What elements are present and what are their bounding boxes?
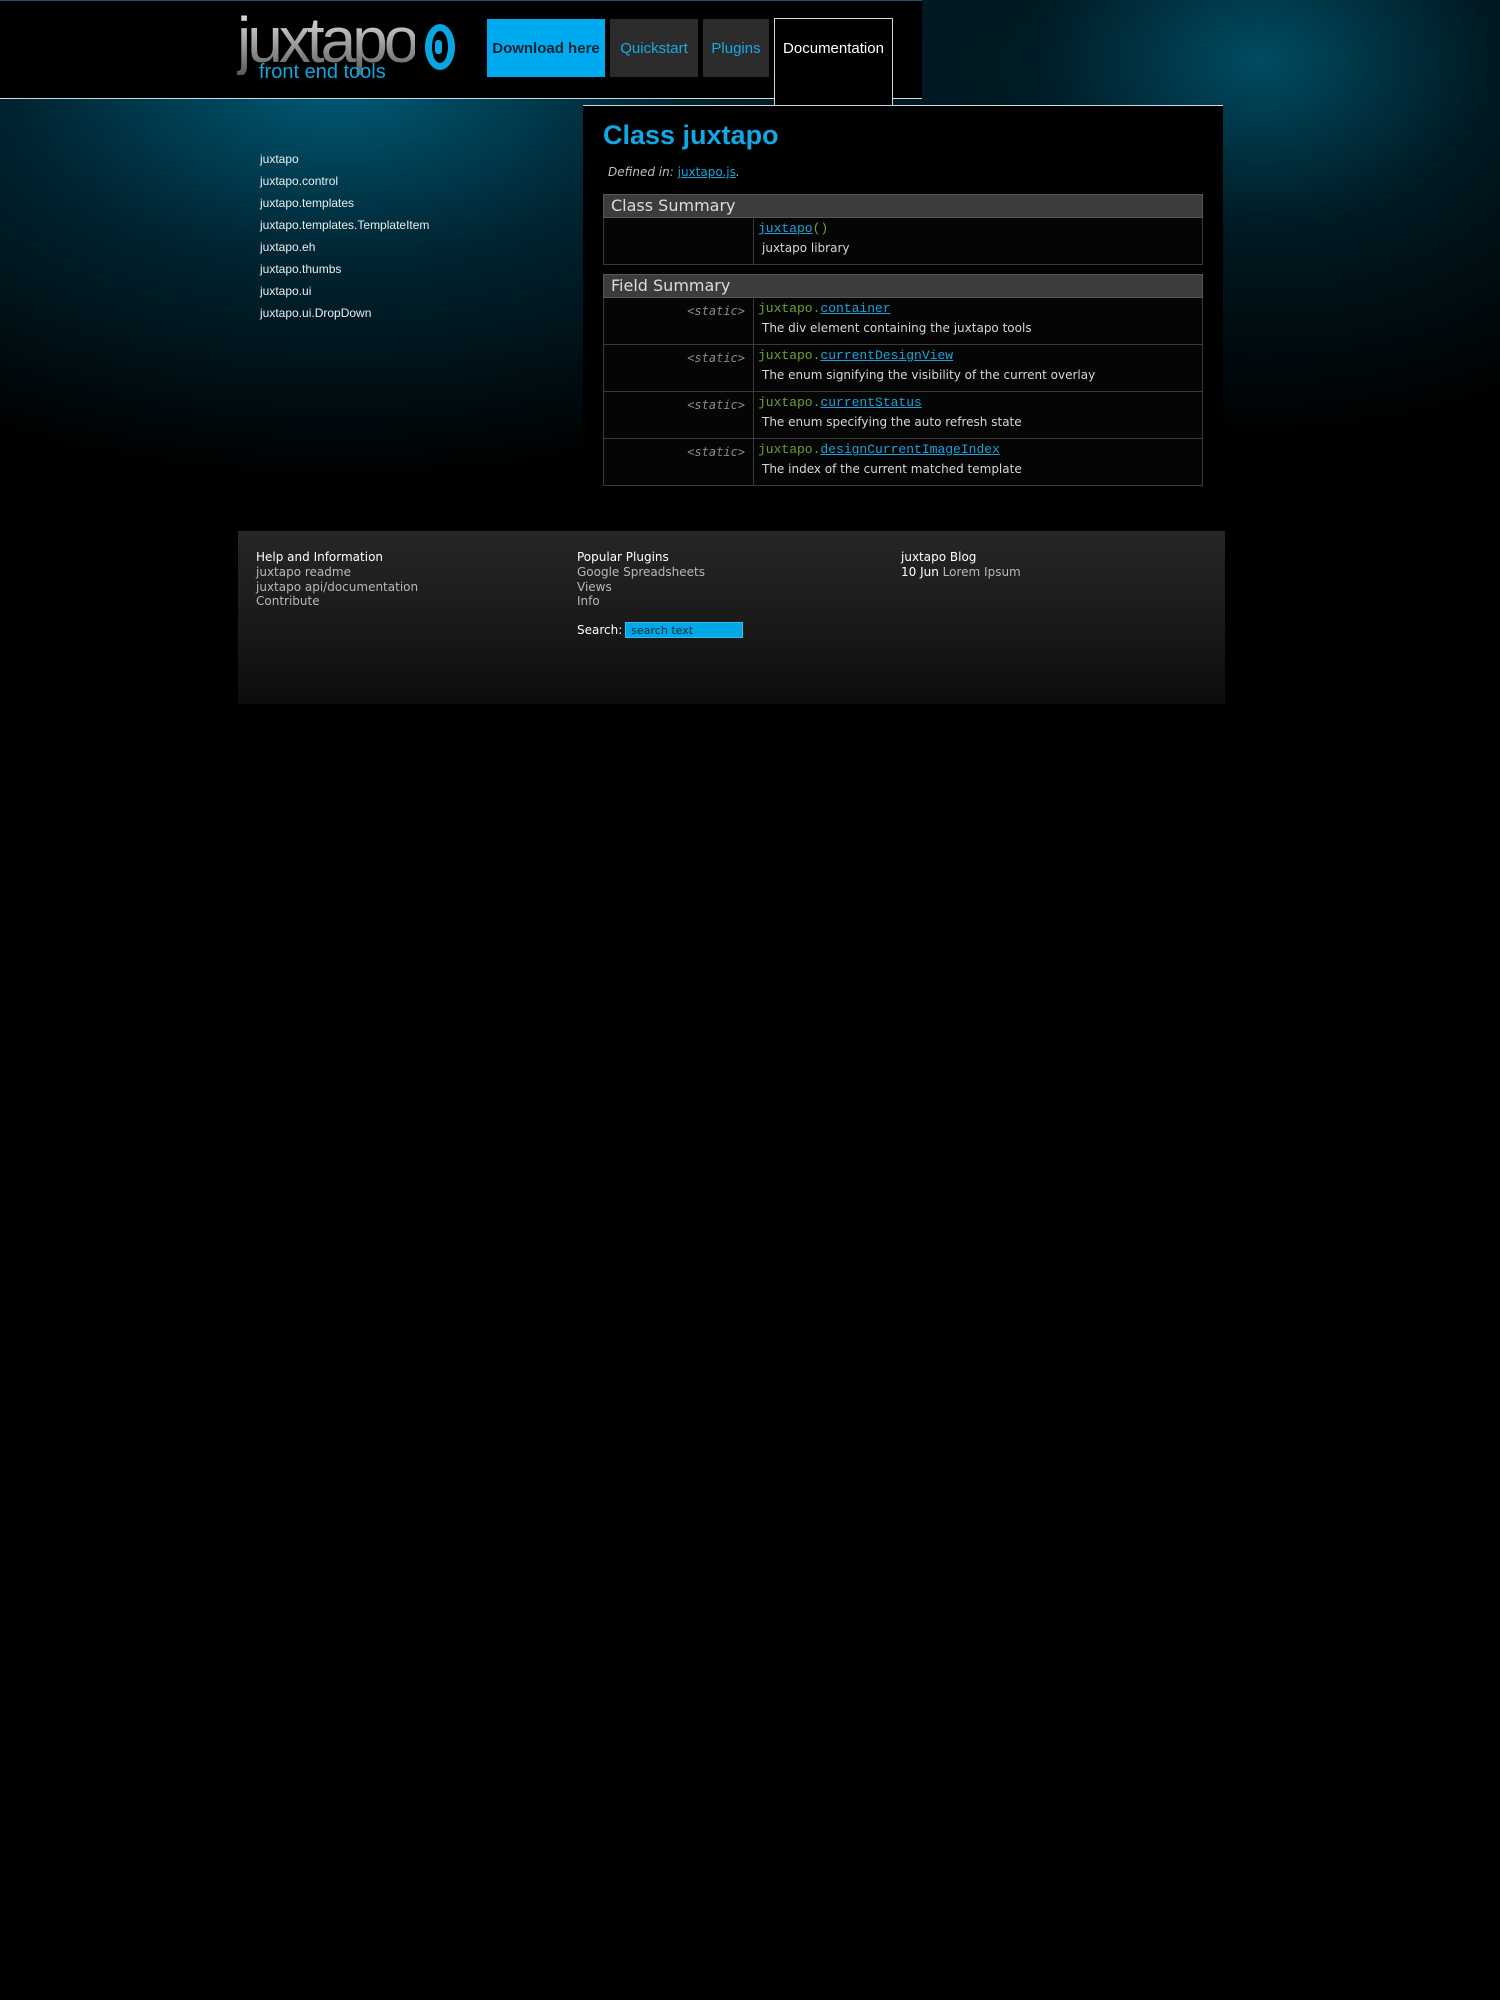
field-prefix: juxtapo.	[758, 301, 821, 316]
field-signature: juxtapo.currentDesignView	[758, 348, 953, 363]
header: juxtapo front end tools Download here Qu…	[0, 0, 922, 109]
sidebar-item-eh[interactable]: juxtapo.eh	[260, 238, 429, 260]
field-description: The div element containing the juxtapo t…	[762, 321, 1032, 335]
field-row: <static> juxtapo.currentStatus The enum …	[603, 392, 1203, 439]
footer-search: Search:	[577, 622, 744, 638]
sidebar-item-ui[interactable]: juxtapo.ui	[260, 282, 429, 304]
blog-entry-link[interactable]: Lorem Ipsum	[943, 565, 1021, 579]
field-description: The enum specifying the auto refresh sta…	[762, 415, 1022, 429]
nav-tab-plugins[interactable]: Plugins	[703, 19, 769, 77]
sidebar-item-templateitem[interactable]: juxtapo.templates.TemplateItem	[260, 216, 429, 238]
field-modifier-cell: <static>	[604, 392, 754, 438]
page-title: Class juxtapo	[603, 120, 779, 150]
footer-link-api-docs[interactable]: juxtapo api/documentation	[256, 580, 418, 595]
nav-tab-documentation[interactable]: Documentation	[774, 18, 893, 109]
field-link-container[interactable]: container	[820, 301, 890, 316]
nav-tab-quickstart[interactable]: Quickstart	[610, 19, 698, 77]
field-row: <static> juxtapo.container The div eleme…	[603, 298, 1203, 345]
field-modifier: <static>	[687, 351, 745, 365]
footer-link-readme[interactable]: juxtapo readme	[256, 565, 418, 580]
footer-blog-column: juxtapo Blog 10 Jun Lorem Ipsum	[901, 550, 1021, 580]
footer-link-contribute[interactable]: Contribute	[256, 594, 418, 609]
blog-entry: 10 Jun Lorem Ipsum	[901, 565, 1021, 580]
footer-link-info[interactable]: Info	[577, 594, 705, 609]
field-prefix: juxtapo.	[758, 348, 821, 363]
field-link-design-current-image-index[interactable]: designCurrentImageIndex	[820, 442, 999, 457]
field-modifier: <static>	[687, 304, 745, 318]
sidebar-item-templates[interactable]: juxtapo.templates	[260, 194, 429, 216]
blog-entry-date: 10 Jun	[901, 565, 939, 579]
logo-ring-icon	[425, 24, 455, 70]
constructor-parens: ()	[812, 221, 829, 236]
defined-in-suffix: .	[735, 165, 740, 179]
field-modifier-cell: <static>	[604, 298, 754, 344]
field-signature: juxtapo.designCurrentImageIndex	[758, 442, 1000, 457]
field-signature: juxtapo.currentStatus	[758, 395, 922, 410]
sidebar-nav: juxtapo juxtapo.control juxtapo.template…	[260, 150, 429, 326]
footer-help-column: Help and Information juxtapo readme juxt…	[256, 550, 418, 609]
field-summary-heading: Field Summary	[603, 274, 1203, 298]
field-prefix: juxtapo.	[758, 442, 821, 457]
field-link-current-design-view[interactable]: currentDesignView	[820, 348, 953, 363]
footer-help-heading: Help and Information	[256, 550, 384, 564]
field-prefix: juxtapo.	[758, 395, 821, 410]
footer-blog-heading: juxtapo Blog	[901, 550, 977, 564]
footer-link-google-spreadsheets[interactable]: Google Spreadsheets	[577, 565, 705, 580]
sidebar-item-thumbs[interactable]: juxtapo.thumbs	[260, 260, 429, 282]
field-link-current-status[interactable]: currentStatus	[820, 395, 921, 410]
sidebar-item-dropdown[interactable]: juxtapo.ui.DropDown	[260, 304, 429, 326]
footer: Help and Information juxtapo readme juxt…	[238, 531, 1225, 704]
field-signature: juxtapo.container	[758, 301, 891, 316]
search-input[interactable]	[625, 622, 744, 638]
class-signature: juxtapo()	[758, 221, 828, 236]
constructor-link[interactable]: juxtapo	[758, 221, 813, 236]
nav-download-button[interactable]: Download here	[487, 19, 605, 77]
footer-link-views[interactable]: Views	[577, 580, 705, 595]
defined-in-label: Defined in:	[608, 165, 674, 179]
field-description: The enum signifying the visibility of th…	[762, 368, 1096, 382]
field-modifier: <static>	[687, 398, 745, 412]
logo[interactable]: juxtapo front end tools	[237, 5, 457, 85]
footer-plugins-heading: Popular Plugins	[577, 550, 669, 564]
class-description: juxtapo library	[762, 241, 850, 255]
footer-plugins-column: Popular Plugins Google Spreadsheets View…	[577, 550, 705, 609]
sidebar-item-control[interactable]: juxtapo.control	[260, 172, 429, 194]
field-modifier-cell: <static>	[604, 439, 754, 485]
defined-in: Defined in: juxtapo.js.	[608, 165, 740, 179]
class-summary-heading: Class Summary	[603, 194, 1203, 218]
class-summary-row: juxtapo() juxtapo library	[603, 218, 1203, 265]
defined-in-file-link[interactable]: juxtapo.js	[678, 165, 736, 179]
field-row: <static> juxtapo.currentDesignView The e…	[603, 345, 1203, 392]
field-modifier-cell: <static>	[604, 345, 754, 391]
class-summary-modifier-cell	[604, 218, 754, 264]
field-row: <static> juxtapo.designCurrentImageIndex…	[603, 439, 1203, 486]
field-modifier: <static>	[687, 445, 745, 459]
field-description: The index of the current matched templat…	[762, 462, 1022, 476]
logo-tagline: front end tools	[259, 61, 386, 83]
search-label: Search:	[577, 623, 623, 637]
sidebar-item-juxtapo[interactable]: juxtapo	[260, 150, 429, 172]
main-content: Class juxtapo Defined in: juxtapo.js. Cl…	[583, 105, 1223, 500]
